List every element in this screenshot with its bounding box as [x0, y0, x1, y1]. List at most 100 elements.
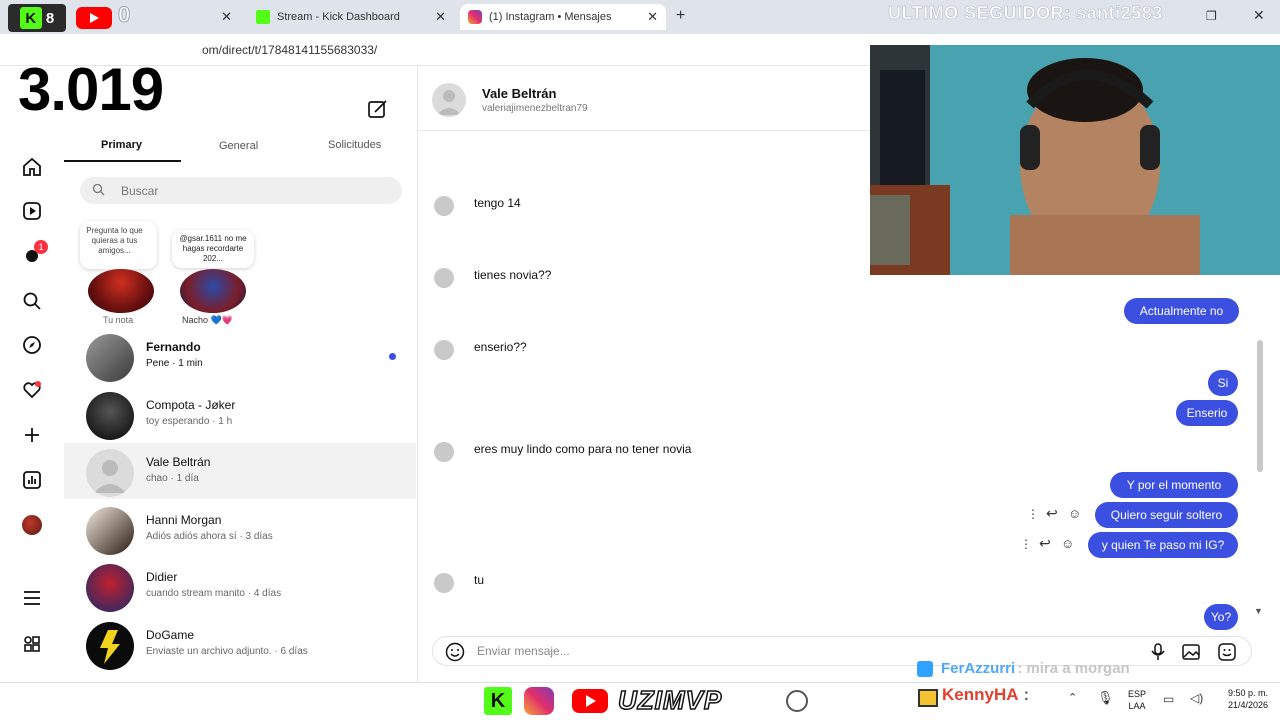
- tab-primary[interactable]: Primary: [101, 139, 142, 151]
- show-hidden-icons[interactable]: ⌃: [1068, 691, 1077, 704]
- note-bubble[interactable]: @gsar.1611 no me hagas recordarte 202...: [172, 230, 254, 268]
- instagram-favicon-icon: [468, 10, 482, 24]
- emoji-icon[interactable]: [445, 642, 465, 667]
- tab-label: Stream - Kick Dashboard: [277, 11, 400, 23]
- incoming-message: tengo 14: [462, 189, 533, 217]
- conversation-item[interactable]: Fernando Pene · 1 min: [64, 328, 416, 384]
- more-apps-icon[interactable]: [20, 632, 44, 656]
- kick-favicon-icon: [256, 10, 270, 24]
- new-message-icon[interactable]: [367, 98, 389, 125]
- outgoing-message: Quiero seguir soltero: [1095, 502, 1238, 528]
- volume-icon[interactable]: ◁): [1190, 691, 1203, 705]
- youtube-taskbar-icon[interactable]: [572, 689, 608, 713]
- sticker-icon[interactable]: [1217, 642, 1237, 667]
- search-input[interactable]: Buscar: [80, 177, 402, 204]
- restore-window-icon[interactable]: ❐: [1206, 9, 1217, 23]
- active-tab-indicator: [64, 160, 181, 162]
- kick-chat-badge-icon: [917, 660, 933, 677]
- scroll-down-icon[interactable]: ▼: [1254, 606, 1263, 616]
- more-options-icon[interactable]: ⋮: [1020, 537, 1032, 551]
- incoming-message: enserio??: [462, 333, 539, 361]
- clock[interactable]: 9:50 p. m. 21/4/2026: [1212, 687, 1268, 711]
- sender-avatar: [434, 573, 454, 593]
- outgoing-message: y quien Te paso mi IG?: [1088, 532, 1238, 558]
- microphone-tray-icon[interactable]: 🎙: [1097, 690, 1114, 706]
- kick-follower-count: 8: [45, 9, 55, 27]
- reply-icon[interactable]: ↩: [1046, 505, 1058, 522]
- reply-icon[interactable]: ↩: [1039, 535, 1051, 552]
- profile-avatar[interactable]: [20, 513, 44, 537]
- conversation-name: Compota - Jøker: [146, 398, 236, 412]
- url-text[interactable]: om/direct/t/17848141155683033/: [202, 43, 377, 57]
- language-indicator[interactable]: ESP LAA: [1128, 688, 1146, 712]
- search-icon[interactable]: [20, 289, 44, 313]
- outgoing-message: Yo?: [1204, 604, 1238, 630]
- tab-general[interactable]: General: [219, 140, 258, 152]
- tab-solicitudes[interactable]: Solicitudes: [328, 139, 381, 151]
- new-tab-button[interactable]: +: [676, 7, 685, 25]
- close-tab-icon[interactable]: ✕: [647, 9, 658, 25]
- chat-scrollbar[interactable]: [1257, 340, 1263, 472]
- sender-avatar: [434, 340, 454, 360]
- image-upload-icon[interactable]: [1181, 642, 1201, 667]
- note-label: Nacho 💙💗: [182, 315, 233, 325]
- microphone-icon[interactable]: [1149, 642, 1167, 667]
- conversation-preview: Adiós adiós ahora sí · 3 días: [146, 531, 273, 542]
- conversation-preview: chao · 1 día: [146, 473, 199, 484]
- close-window-icon[interactable]: ✕: [1253, 7, 1265, 24]
- avatar: [86, 449, 134, 497]
- reels-icon[interactable]: [20, 199, 44, 223]
- friend-note-avatar[interactable]: [180, 269, 246, 313]
- clock-time: 9:50 p. m.: [1227, 688, 1268, 698]
- home-icon[interactable]: [20, 155, 44, 179]
- notifications-heart-icon[interactable]: [20, 378, 44, 402]
- contact-avatar[interactable]: [432, 83, 466, 117]
- close-tab-icon[interactable]: ✕: [435, 9, 446, 25]
- conversation-name: Fernando: [146, 340, 201, 354]
- avatar: [86, 564, 134, 612]
- insights-icon[interactable]: [20, 468, 44, 492]
- tab-instagram[interactable]: (1) Instagram • Mensajes ✕: [460, 4, 666, 30]
- folder-icon[interactable]: [918, 689, 938, 707]
- search-icon: [92, 183, 105, 201]
- avatar: [86, 507, 134, 555]
- network-icon[interactable]: ▭: [1163, 692, 1174, 706]
- explore-icon[interactable]: [20, 333, 44, 357]
- close-tab-icon[interactable]: ✕: [221, 9, 232, 25]
- create-plus-icon[interactable]: [20, 423, 44, 447]
- chat-message: : mira a morgan: [1017, 660, 1130, 677]
- search-placeholder: Buscar: [121, 184, 159, 198]
- conversation-item[interactable]: Didier cuando stream manito · 4 días: [64, 558, 416, 614]
- react-emoji-icon[interactable]: ☺: [1061, 536, 1074, 551]
- outgoing-message: Si: [1208, 370, 1238, 396]
- incoming-message: eres muy lindo como para no tener novia: [462, 435, 704, 463]
- conversation-preview: Pene · 1 min: [146, 358, 203, 369]
- outgoing-message: Enserio: [1176, 400, 1238, 426]
- avatar: [86, 392, 134, 440]
- conversation-item[interactable]: DoGame Enviaste un archivo adjunto. · 6 …: [64, 616, 416, 672]
- webcam-overlay: [870, 45, 1280, 275]
- own-note-avatar[interactable]: [88, 269, 154, 313]
- menu-icon[interactable]: [20, 586, 44, 610]
- chat-username: KennyHA: [942, 685, 1019, 704]
- last-follower-overlay: ULTIMO SEGUIDOR: santi2583: [888, 3, 1163, 24]
- outgoing-message: Actualmente no: [1124, 298, 1239, 324]
- tab-label: (1) Instagram • Mensajes: [489, 11, 612, 23]
- kick-taskbar-icon[interactable]: K: [484, 687, 512, 715]
- conversation-item[interactable]: Compota - Jøker toy esperando · 1 h: [64, 386, 416, 442]
- note-bubble[interactable]: Pregunta lo que quieras a tus amigos...: [80, 221, 157, 269]
- composer-placeholder: Enviar mensaje...: [477, 644, 570, 658]
- contact-name[interactable]: Vale Beltrán: [482, 86, 556, 101]
- chat-message: :: [1023, 685, 1030, 704]
- conversation-item[interactable]: Hanni Morgan Adiós adiós ahora sí · 3 dí…: [64, 501, 416, 557]
- kick-logo-icon: K: [19, 7, 42, 29]
- youtube-subscriber-count: 0: [117, 2, 131, 28]
- messages-icon[interactable]: 1: [20, 240, 48, 267]
- more-options-icon[interactable]: ⋮: [1027, 507, 1039, 521]
- app-icon[interactable]: [786, 690, 808, 712]
- instagram-taskbar-icon[interactable]: [524, 687, 554, 715]
- kick-follower-widget: K 8: [8, 4, 66, 32]
- conversation-item-selected[interactable]: Vale Beltrán chao · 1 día: [64, 443, 416, 499]
- tab-kick-dashboard[interactable]: Stream - Kick Dashboard ✕: [248, 4, 454, 30]
- react-emoji-icon[interactable]: ☺: [1068, 506, 1081, 521]
